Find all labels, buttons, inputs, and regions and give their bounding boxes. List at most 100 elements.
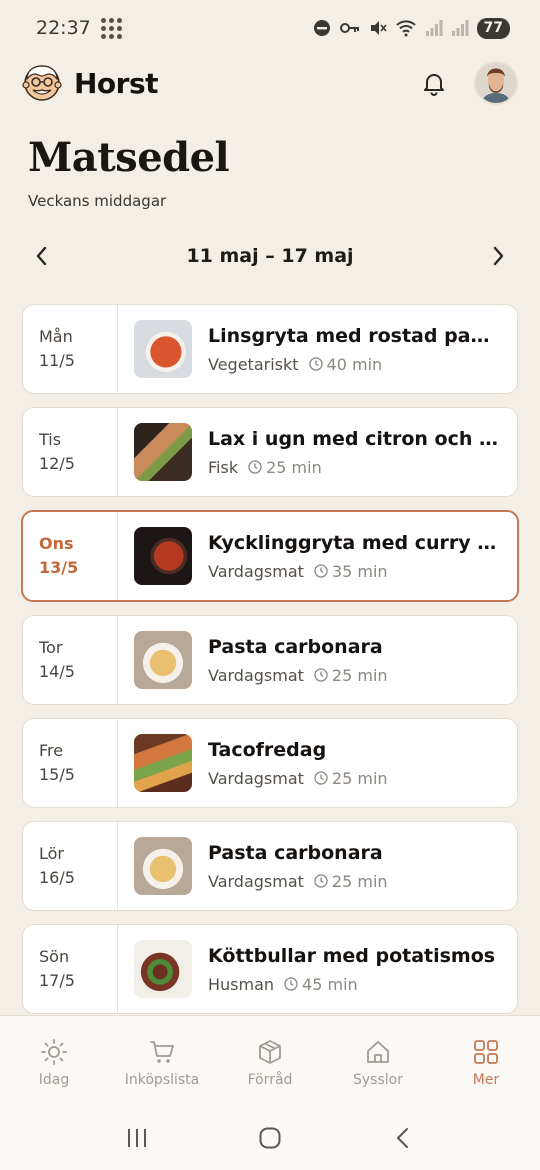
cook-time: 25 min	[331, 665, 388, 685]
nav-label: Mer	[472, 1072, 500, 1088]
week-range-label: 11 maj – 17 maj	[186, 245, 354, 267]
cook-time: 40 min	[326, 354, 383, 374]
meal-row-sunday[interactable]: Sön 17/5 Köttbullar med potatismos Husma…	[22, 924, 518, 1014]
battery-indicator: 77	[476, 17, 510, 39]
dish-name: Pasta carbonara	[208, 635, 383, 658]
nav-forrad[interactable]: Förråd	[216, 1038, 324, 1088]
meal-row-saturday[interactable]: Lör 16/5 Pasta carbonara Vardagsmat 25 m…	[22, 821, 518, 911]
app-grid-indicator-icon	[100, 17, 122, 39]
app-bar: Horst	[0, 56, 540, 110]
nav-label: Idag	[38, 1072, 70, 1088]
meal-row-thursday[interactable]: Tor 14/5 Pasta carbonara Vardagsmat 25 m…	[22, 615, 518, 705]
page-subtitle: Veckans middagar	[28, 192, 167, 210]
day-date: 13/5	[39, 558, 79, 577]
day-date: 11/5	[39, 351, 75, 370]
day-name: Mån	[39, 327, 73, 346]
page-title: Matsedel	[28, 134, 230, 181]
dish-thumbnail	[134, 423, 192, 481]
chevron-right-icon	[493, 246, 504, 266]
dish-name: Pasta carbonara	[208, 841, 383, 864]
user-avatar[interactable]	[474, 61, 518, 105]
dish-name: Tacofredag	[208, 738, 327, 761]
home-circle-icon	[259, 1127, 281, 1148]
horst-logo-icon	[22, 65, 62, 101]
system-navigation	[0, 1105, 540, 1170]
day-name: Fre	[39, 741, 64, 760]
dish-category: Vardagsmat	[208, 561, 304, 581]
dish-category: Vardagsmat	[208, 665, 304, 685]
day-date: 12/5	[39, 454, 75, 473]
week-navigator: 11 maj – 17 maj	[22, 236, 518, 276]
notification-bell-icon[interactable]	[420, 69, 448, 97]
nav-sysslor[interactable]: Sysslor	[324, 1038, 432, 1088]
dish-name: Kycklinggryta med curry oc...	[208, 531, 501, 554]
sun-icon	[41, 1039, 67, 1065]
day-cell: Tor 14/5	[23, 616, 118, 704]
next-week-button[interactable]	[478, 236, 518, 276]
day-date: 15/5	[39, 765, 75, 784]
day-cell: Lör 16/5	[23, 822, 118, 910]
signal-2-icon	[451, 20, 469, 36]
home-button[interactable]	[250, 1118, 290, 1158]
previous-week-button[interactable]	[22, 236, 62, 276]
dish-thumbnail	[134, 734, 192, 792]
mute-icon	[370, 21, 387, 35]
meal-plan-list: Mån 11/5 Linsgryta med rostad paprika Ve…	[21, 304, 519, 1027]
nav-label: Inköpslista	[124, 1072, 200, 1088]
status-time: 22:37	[36, 17, 91, 39]
dish-thumbnail	[134, 940, 192, 998]
key-icon	[339, 23, 359, 33]
dish-category: Vardagsmat	[208, 871, 304, 891]
clock-icon	[248, 460, 262, 474]
signal-icon	[425, 20, 443, 36]
recent-apps-icon	[127, 1128, 146, 1147]
app-name: Horst	[74, 66, 159, 100]
box-icon	[259, 1040, 281, 1064]
day-cell: Tis 12/5	[23, 408, 118, 496]
clock-icon	[314, 564, 328, 578]
wifi-icon	[395, 20, 416, 37]
nav-label: Förråd	[247, 1072, 293, 1088]
meal-row-tuesday[interactable]: Tis 12/5 Lax i ugn med citron och dill F…	[22, 407, 518, 497]
cook-time: 25 min	[331, 768, 388, 788]
dish-thumbnail	[134, 837, 192, 895]
meal-row-friday[interactable]: Fre 15/5 Tacofredag Vardagsmat 25 min	[22, 718, 518, 808]
dish-name: Köttbullar med potatismos	[208, 944, 496, 967]
day-name: Lör	[39, 844, 64, 863]
day-name: Sön	[39, 947, 70, 966]
dish-category: Vardagsmat	[208, 768, 304, 788]
day-cell: Mån 11/5	[23, 305, 118, 393]
avatar-portrait-icon	[476, 63, 516, 103]
dish-thumbnail	[134, 631, 192, 689]
clock-icon	[308, 357, 323, 371]
cart-icon	[150, 1041, 174, 1063]
dish-category: Fisk	[208, 457, 239, 477]
clock-icon	[314, 874, 328, 888]
dish-name: Lax i ugn med citron och dill	[208, 427, 501, 450]
dish-category: Vegetariskt	[208, 354, 299, 374]
day-name: Tor	[39, 638, 63, 657]
day-cell: Ons 13/5	[23, 512, 118, 600]
day-name: Ons	[39, 534, 74, 553]
dish-category: Husman	[208, 974, 275, 994]
clock-icon	[314, 668, 328, 682]
grid-icon	[474, 1040, 498, 1064]
recent-apps-button[interactable]	[117, 1118, 157, 1158]
nav-idag[interactable]: Idag	[0, 1038, 108, 1088]
bottom-navigation: Idag Inköpslista Förråd Sysslor Mer	[0, 1015, 540, 1105]
back-button[interactable]	[383, 1118, 423, 1158]
nav-label: Sysslor	[353, 1072, 403, 1088]
do-not-disturb-icon	[313, 20, 330, 36]
cook-time: 25 min	[266, 457, 322, 477]
meal-row-wednesday-today[interactable]: Ons 13/5 Kycklinggryta med curry oc... V…	[21, 510, 519, 602]
meal-row-monday[interactable]: Mån 11/5 Linsgryta med rostad paprika Ve…	[22, 304, 518, 394]
cook-time: 45 min	[302, 974, 358, 994]
nav-mer[interactable]: Mer	[432, 1038, 540, 1088]
clock-icon	[284, 977, 298, 991]
clock-icon	[314, 771, 328, 785]
brand: Horst	[22, 63, 159, 103]
day-cell: Sön 17/5	[23, 925, 118, 1013]
day-date: 16/5	[39, 868, 75, 887]
nav-inkopslista[interactable]: Inköpslista	[108, 1038, 216, 1088]
dish-name: Linsgryta med rostad paprika	[208, 324, 501, 347]
